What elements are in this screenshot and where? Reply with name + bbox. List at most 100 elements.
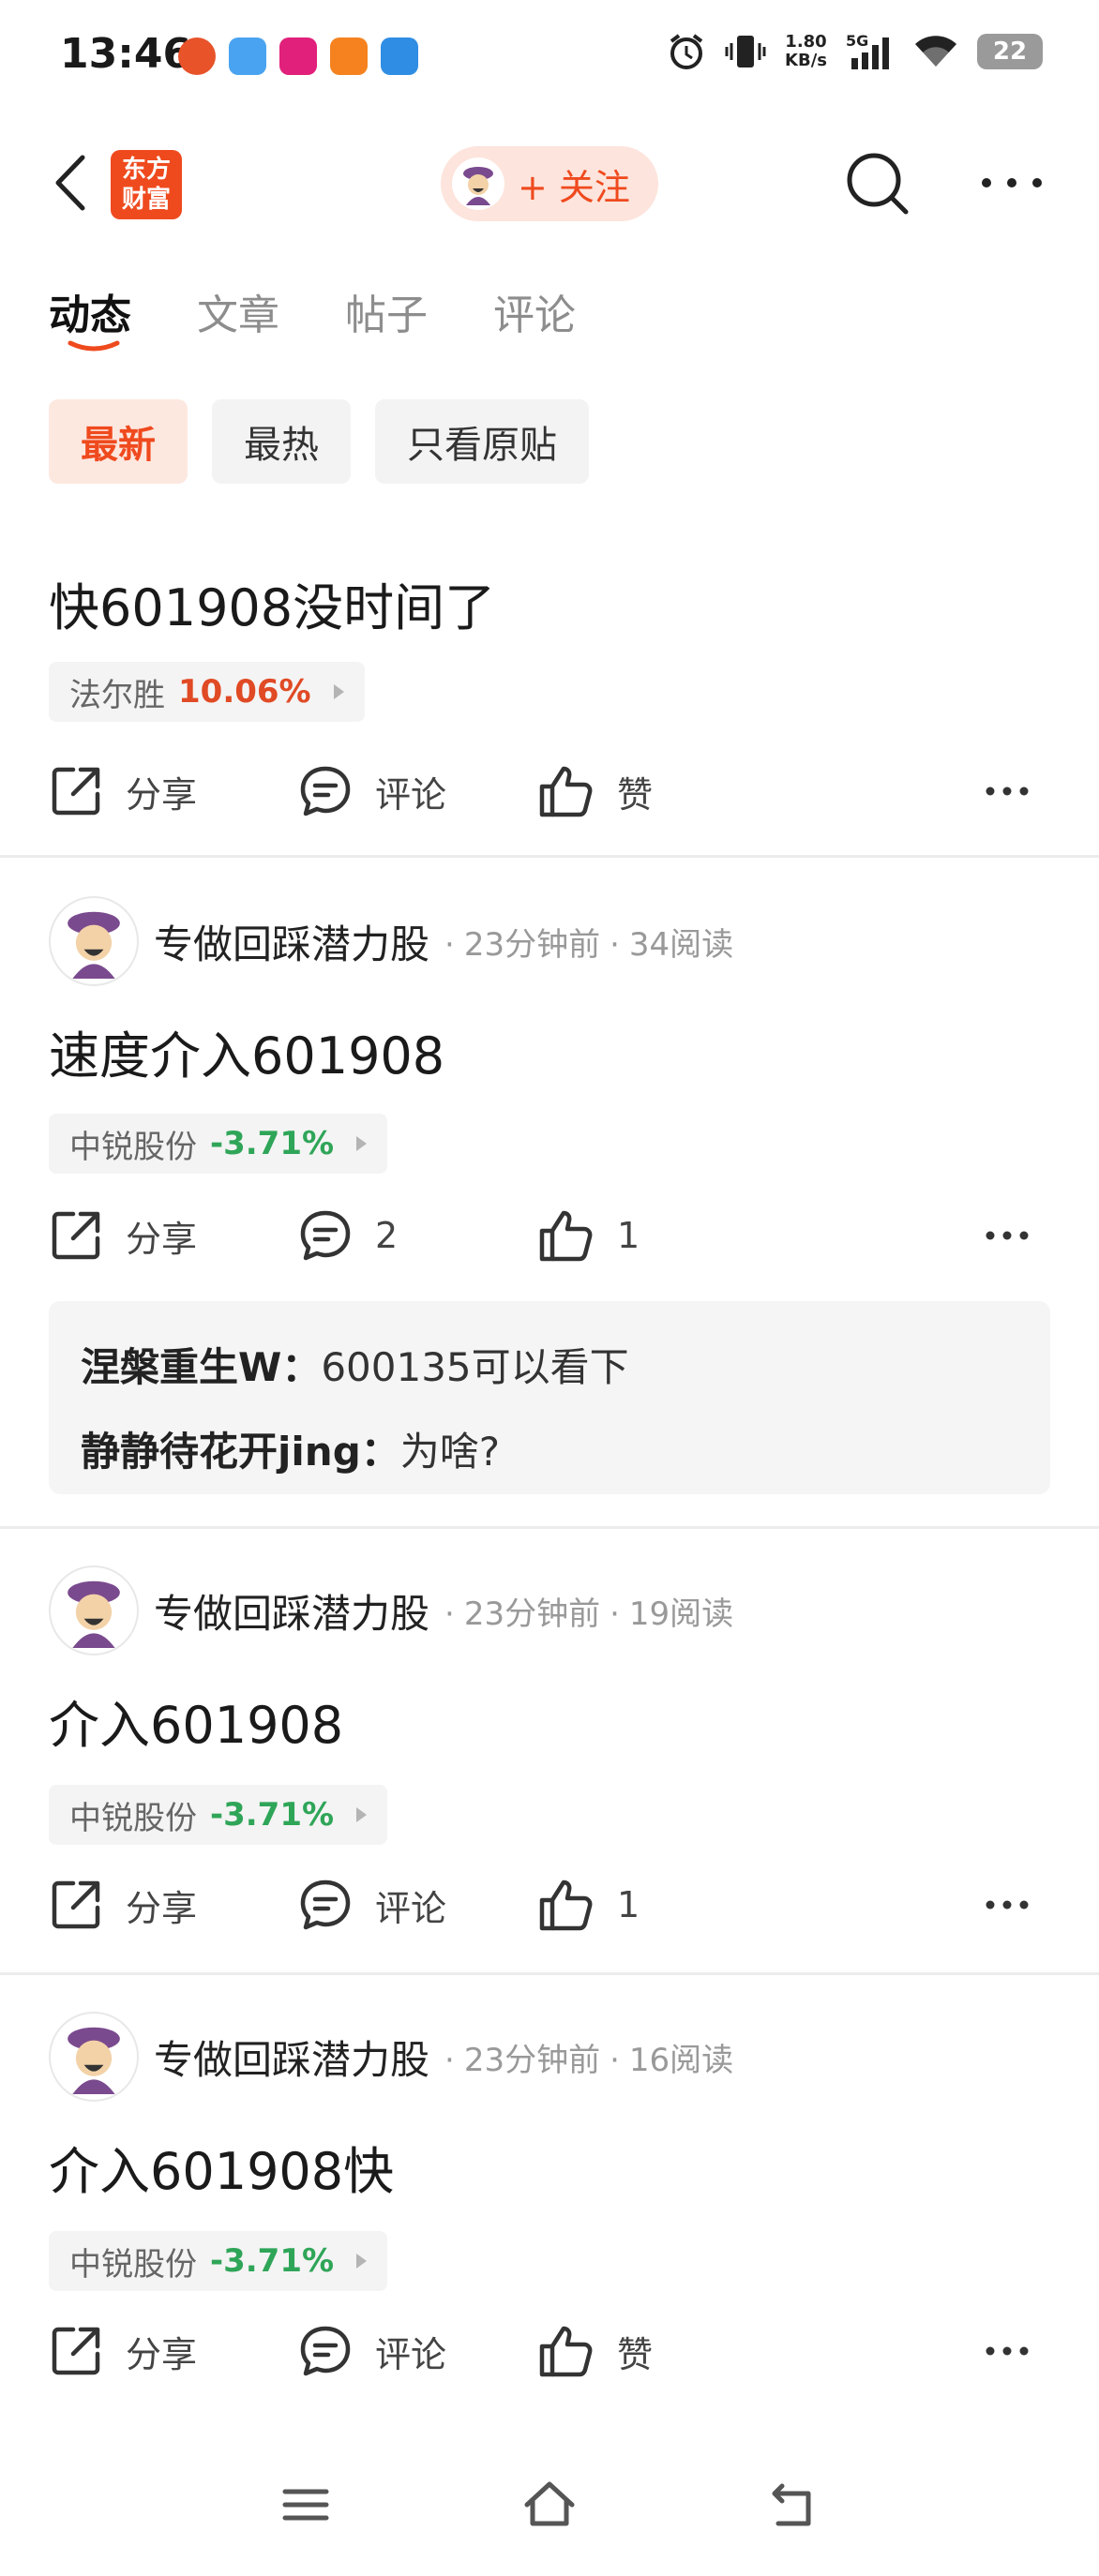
post-meta: · 23分钟前 · 19阅读 xyxy=(444,1595,734,1633)
read-count: 16阅读 xyxy=(628,2041,734,2079)
reply-preview[interactable]: 涅槃重生W： 600135可以看下 静静待花开jing： 为啥? xyxy=(49,1301,1050,1494)
app-logo[interactable]: 东方 财富 xyxy=(111,150,182,219)
post-more-button[interactable] xyxy=(985,754,1052,829)
comment-icon xyxy=(300,766,351,816)
author-name[interactable]: 专做回踩潜力股 xyxy=(154,913,429,970)
app-notification-icon xyxy=(229,37,266,75)
notification-icons xyxy=(178,37,418,75)
share-button[interactable]: 分享 xyxy=(49,1198,197,1273)
stock-tag[interactable]: 法尔胜 10.06% xyxy=(49,662,365,722)
post-header: 专做回踩潜力股 · 23分钟前 · 16阅读 xyxy=(49,2012,733,2102)
comment-count: 2 xyxy=(375,1215,399,1256)
vibrate-icon xyxy=(725,36,766,67)
comment-icon xyxy=(300,2326,351,2376)
like-button[interactable]: 1 xyxy=(538,1198,640,1273)
caishen-avatar-icon xyxy=(68,2027,120,2094)
follow-button[interactable]: + 关注 xyxy=(441,146,658,221)
back-arrow-icon[interactable] xyxy=(49,152,96,214)
post-time: 23分钟前 xyxy=(463,2041,601,2079)
stock-name: 法尔胜 xyxy=(69,676,165,714)
post-actions: 分享 2 1 xyxy=(49,1198,1052,1273)
stock-arrow-icon xyxy=(333,684,344,699)
app-notification-icon xyxy=(381,37,418,75)
follow-label: + 关注 xyxy=(518,166,630,208)
comment-label: 评论 xyxy=(375,2333,447,2375)
net-speed: 1.80 KB/s xyxy=(785,33,827,70)
share-button[interactable]: 分享 xyxy=(49,2314,197,2389)
caishen-avatar-icon xyxy=(68,911,120,979)
tab-comments[interactable]: 评论 xyxy=(493,281,576,341)
post-card[interactable]: 快601908没时间了 法尔胜 10.06% 分享 评论 赞 xyxy=(0,484,1099,859)
avatar[interactable] xyxy=(49,896,139,986)
like-icon xyxy=(539,1880,593,1931)
author-name[interactable]: 专做回踩潜力股 xyxy=(154,2029,429,2086)
status-bar: 13:46 1.80 KB/s 5G 22 xyxy=(0,0,1099,112)
share-icon xyxy=(52,1211,100,1260)
system-nav-bar xyxy=(0,2428,1099,2576)
logo-text-line2: 财富 xyxy=(121,186,171,214)
post-divider xyxy=(0,1526,1099,1529)
like-button[interactable]: 赞 xyxy=(538,754,653,829)
more-dots-icon xyxy=(986,786,1029,796)
avatar[interactable] xyxy=(49,1565,139,1655)
tab-articles[interactable]: 文章 xyxy=(197,281,279,341)
read-count: 34阅读 xyxy=(628,925,734,964)
wifi-icon xyxy=(915,36,956,67)
more-dots-icon xyxy=(986,2346,1029,2356)
more-dots-icon xyxy=(986,1231,1029,1240)
tab-posts[interactable]: 帖子 xyxy=(345,281,428,341)
profile-tabs: 动态 文章 帖子 评论 xyxy=(49,281,576,352)
stock-tag[interactable]: 中锐股份 -3.71% xyxy=(49,1785,388,1845)
filter-hottest[interactable]: 最热 xyxy=(212,399,351,484)
stock-tag[interactable]: 中锐股份 -3.71% xyxy=(49,1114,388,1174)
follow-avatar xyxy=(452,157,504,210)
post-text: 快601908没时间了 xyxy=(49,578,496,637)
avatar[interactable] xyxy=(49,2012,139,2102)
battery-indicator: 22 xyxy=(977,34,1043,69)
like-count: 1 xyxy=(617,1215,640,1256)
like-label: 赞 xyxy=(617,773,654,816)
filter-latest[interactable]: 最新 xyxy=(49,399,188,484)
like-icon xyxy=(539,1210,593,1262)
like-button[interactable]: 1 xyxy=(538,1867,640,1942)
post-more-button[interactable] xyxy=(985,2314,1052,2389)
comment-icon xyxy=(300,1880,351,1930)
app-notification-icon xyxy=(279,37,317,75)
share-button[interactable]: 分享 xyxy=(49,1867,197,1942)
stock-tag[interactable]: 中锐股份 -3.71% xyxy=(49,2231,388,2291)
filter-original-only[interactable]: 只看原贴 xyxy=(375,399,589,484)
home-icon[interactable] xyxy=(521,2477,578,2533)
comment-button[interactable]: 评论 xyxy=(298,754,446,829)
author-name[interactable]: 专做回踩潜力股 xyxy=(154,1582,429,1640)
stock-change: 10.06% xyxy=(178,673,311,711)
reply-user: 静静待花开jing： xyxy=(81,1428,400,1475)
post-text: 介入601908快 xyxy=(49,2142,395,2201)
tab-dynamic[interactable]: 动态 xyxy=(49,281,131,352)
logo-text-line1: 东方 xyxy=(121,156,171,184)
share-button[interactable]: 分享 xyxy=(49,754,197,829)
menu-icon[interactable] xyxy=(278,2477,334,2533)
post-time: 23分钟前 xyxy=(463,1595,601,1633)
search-icon[interactable] xyxy=(844,150,911,217)
more-options-icon[interactable] xyxy=(979,169,1045,197)
post-text: 速度介入601908 xyxy=(49,1026,445,1086)
back-icon[interactable] xyxy=(765,2477,821,2533)
post-header: 专做回踩潜力股 · 23分钟前 · 34阅读 xyxy=(49,896,733,986)
stock-change: -3.71% xyxy=(210,1125,335,1162)
like-icon xyxy=(539,766,593,817)
post-card[interactable]: 专做回踩潜力股 · 23分钟前 · 19阅读 介入601908 中锐股份 -3.71%… xyxy=(0,1565,1099,1978)
caishen-avatar-icon xyxy=(68,1580,120,1648)
post-card[interactable]: 专做回踩潜力股 · 23分钟前 · 16阅读 介入601908快 中锐股份 -3.71… xyxy=(0,2012,1099,2424)
comment-button[interactable]: 评论 xyxy=(298,1867,446,1942)
read-count: 19阅读 xyxy=(628,1595,734,1633)
like-label: 赞 xyxy=(617,2333,654,2375)
comment-button[interactable]: 评论 xyxy=(298,2314,446,2389)
post-more-button[interactable] xyxy=(985,1867,1052,1942)
stock-change: -3.71% xyxy=(210,2242,335,2280)
app-notification-icon xyxy=(178,37,216,75)
like-button[interactable]: 赞 xyxy=(538,2314,653,2389)
comment-button[interactable]: 2 xyxy=(298,1198,398,1273)
comment-icon xyxy=(300,1210,351,1261)
post-more-button[interactable] xyxy=(985,1198,1052,1273)
post-header: 专做回踩潜力股 · 23分钟前 · 19阅读 xyxy=(49,1565,733,1655)
